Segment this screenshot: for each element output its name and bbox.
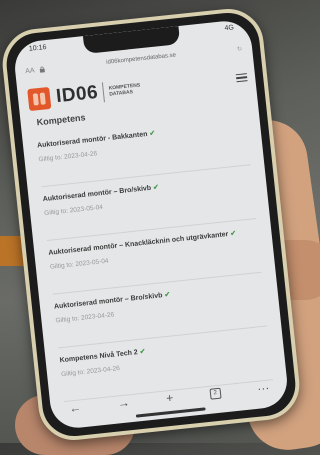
forward-arrow-icon[interactable]: → — [117, 395, 130, 410]
logo-text: ID06 — [55, 81, 100, 108]
check-icon: ✔ — [229, 230, 237, 238]
logo-subtitle-line2: DATABAS — [109, 89, 134, 98]
id06-logo-icon — [27, 86, 52, 112]
check-icon: ✔ — [149, 130, 156, 138]
logo-subtitle: KOMPETENS DATABAS — [108, 82, 141, 97]
competency-list: Auktoriserad montör - Bakkanten✔ Giltig … — [35, 111, 273, 403]
reload-icon[interactable]: ↻ — [234, 45, 243, 53]
hamburger-menu-icon[interactable] — [235, 71, 248, 85]
text-size-button[interactable]: AA — [25, 66, 40, 75]
lock-icon — [39, 66, 45, 73]
status-time: 10:16 — [28, 43, 47, 53]
phone-screen: 10:16 4G AA id06kompetensdatabas.se ↻ ID… — [12, 18, 290, 431]
check-icon: ✔ — [164, 291, 171, 299]
new-tab-icon[interactable]: + — [166, 391, 174, 406]
logo-divider — [102, 82, 106, 103]
back-arrow-icon[interactable]: ← — [68, 400, 81, 415]
status-signal: 4G — [224, 24, 235, 33]
smartphone: 10:16 4G AA id06kompetensdatabas.se ↻ ID… — [0, 5, 303, 444]
more-options-icon[interactable]: ··· — [257, 381, 270, 396]
tabs-button[interactable]: 2 — [209, 387, 222, 400]
check-icon: ✔ — [139, 348, 146, 356]
check-icon: ✔ — [152, 183, 160, 192]
